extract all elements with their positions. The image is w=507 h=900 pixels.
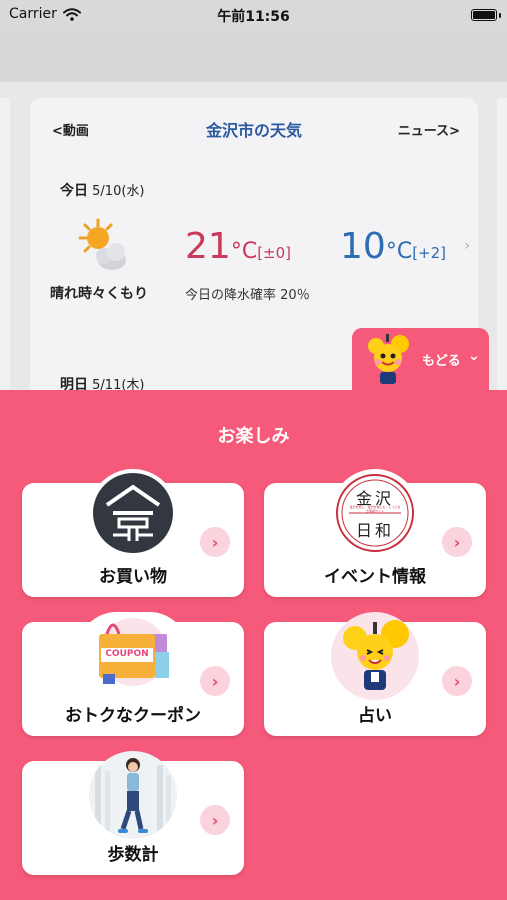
chevron-right-icon: › (442, 666, 472, 696)
high-temp: 21°C[±0] (185, 226, 291, 267)
entertainment-panel: お楽しみ › お買い物 金沢 日和 金沢を愛し、金沢を愉しむ。とっておき情報サイ… (0, 390, 507, 900)
high-temp-value: 21 (185, 226, 231, 267)
chevron-right-icon: › (200, 805, 230, 835)
tile-label: 歩数計 (107, 845, 159, 865)
header-band (0, 30, 507, 82)
coupon-bag-icon: COUPON (77, 612, 189, 694)
shopping-logo-icon (89, 469, 177, 557)
event-logo-icon: 金沢 日和 金沢を愛し、金沢を愉しむ。とっておき情報サイト (331, 469, 419, 557)
low-temp-unit: °C (385, 239, 413, 264)
tile-label: おトクなクーポン (65, 706, 201, 726)
weather-condition: 晴れ時々くもり (50, 286, 148, 302)
rain-value: 20％ (280, 288, 310, 303)
pedometer-runner-icon (89, 751, 177, 839)
tile-label: イベント情報 (324, 567, 426, 587)
back-button[interactable]: もどる ⌄ (352, 328, 489, 390)
event-logo-line2: 日和 (355, 521, 394, 540)
fortune-mascot-icon (331, 612, 419, 700)
low-temp-diff: [+2] (412, 244, 447, 262)
tile-label: お買い物 (99, 567, 167, 587)
tile-coupons[interactable]: COUPON › おトクなクーポン (22, 612, 244, 736)
chevron-right-icon[interactable]: › (464, 238, 470, 254)
today-day: 今日 (60, 183, 88, 199)
chevron-right-icon: › (442, 527, 472, 557)
battery-icon (471, 9, 497, 21)
low-temp: 10°C[+2] (340, 226, 446, 267)
today-label: 今日 5/10(水) (60, 180, 144, 200)
tile-label: 占い (358, 706, 392, 726)
back-label: もどる (422, 354, 461, 369)
panel-title: お楽しみ (217, 426, 290, 447)
status-bar: Carrier 午前11:56 (0, 0, 507, 30)
today-date: 5/10(水) (92, 184, 145, 199)
tile-events[interactable]: 金沢 日和 金沢を愛し、金沢を愉しむ。とっておき情報サイト › イベント情報 (264, 469, 486, 597)
prev-card-edge[interactable] (0, 98, 10, 398)
tile-fortune[interactable]: › 占い (264, 612, 486, 736)
event-logo-small: 金沢を愛し、金沢を愉しむ。とっておき情報サイト (349, 505, 401, 513)
status-time: 午前11:56 (217, 9, 290, 25)
high-temp-unit: °C (230, 239, 258, 264)
rain-label: 今日の降水確率 (185, 288, 277, 303)
coupon-text: COUPON (105, 649, 149, 659)
tile-pedometer[interactable]: › 歩数計 (22, 751, 244, 875)
chevron-down-icon: ⌄ (468, 348, 480, 364)
chevron-right-icon: › (200, 666, 230, 696)
next-card-edge[interactable] (497, 98, 507, 398)
high-temp-diff: [±0] (257, 244, 292, 262)
chevron-right-icon: › (200, 527, 230, 557)
rain-probability: 今日の降水確率 20％ (185, 284, 310, 303)
low-temp-value: 10 (340, 226, 386, 267)
weather-sun-cloud-icon (74, 216, 136, 278)
battery-cap (499, 13, 501, 18)
tile-shopping[interactable]: › お買い物 (22, 469, 244, 597)
mascot-icon (360, 332, 416, 388)
news-link[interactable]: ニュース> (398, 120, 460, 139)
